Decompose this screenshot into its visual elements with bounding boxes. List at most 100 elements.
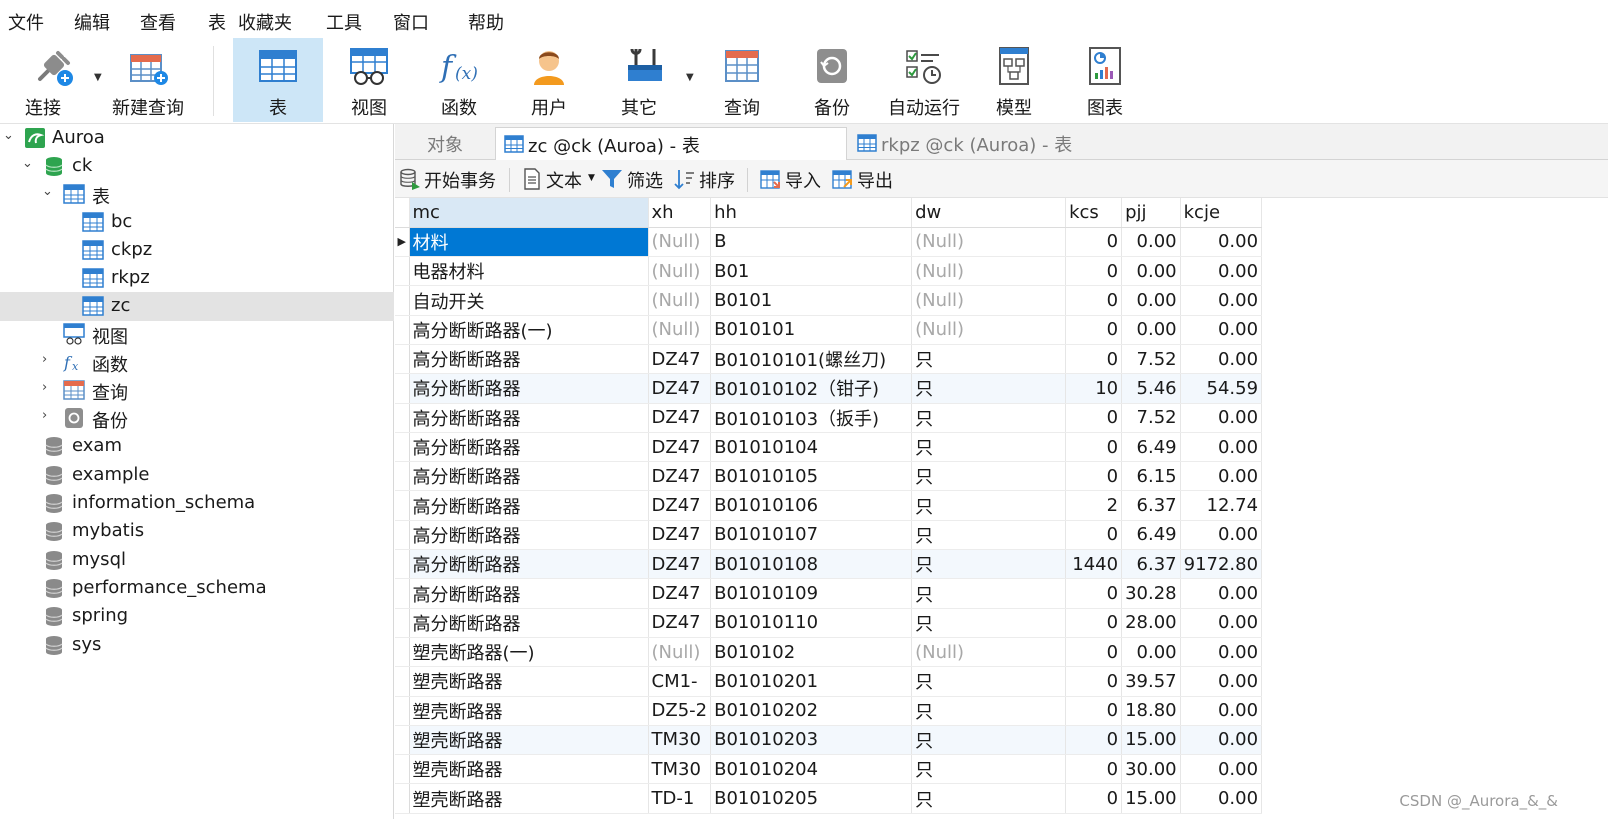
table-cell[interactable]: 2	[1065, 490, 1123, 521]
row-marker[interactable]	[395, 520, 410, 551]
table-cell[interactable]: 0	[1065, 344, 1123, 375]
table-cell[interactable]: 0.00	[1180, 432, 1263, 463]
row-marker[interactable]	[395, 344, 410, 375]
table-cell[interactable]: 0	[1065, 696, 1123, 726]
table-row[interactable]: ▶ 材料 (Null) B (Null) 0 0.00 0.00	[395, 227, 1263, 258]
tree-backups-group[interactable]: › 备份	[0, 404, 394, 433]
tree-connection-auroa[interactable]: ⌄ Auroa	[0, 124, 394, 153]
tree-database-ck[interactable]: ⌄ ck	[0, 152, 394, 181]
table-row[interactable]: 电器材料 (Null) B01 (Null) 0 0.00 0.00	[395, 256, 1263, 287]
table-cell[interactable]: 0	[1065, 783, 1123, 814]
table-cell[interactable]: 15.00	[1121, 725, 1181, 756]
table-cell[interactable]: 0.00	[1121, 637, 1181, 668]
table-cell[interactable]: 6.49	[1121, 520, 1181, 551]
table-cell[interactable]: 0	[1065, 403, 1123, 433]
table-cell[interactable]: 0.00	[1121, 256, 1181, 287]
menu-edit[interactable]: 编辑	[74, 9, 110, 35]
table-cell[interactable]: B01010202	[710, 696, 913, 726]
table-row[interactable]: 塑壳断路器 TM30 B01010203 只 0 15.00 0.00	[395, 725, 1263, 756]
table-cell[interactable]: (Null)	[911, 227, 1067, 258]
table-cell[interactable]: B010101	[710, 315, 913, 345]
table-cell[interactable]: 0	[1065, 315, 1123, 345]
table-cell[interactable]: 0.00	[1180, 578, 1263, 609]
table-cell[interactable]: 塑壳断路器	[409, 754, 649, 785]
table-cell[interactable]: 只	[911, 403, 1067, 433]
tree-database-spring[interactable]: spring	[0, 602, 394, 631]
row-marker[interactable]	[395, 285, 410, 316]
table-cell[interactable]: B01010109	[710, 578, 913, 609]
table-row[interactable]: 高分断断路器 DZ47 B01010110 只 0 28.00 0.00	[395, 608, 1263, 638]
row-marker[interactable]	[395, 783, 410, 814]
table-cell[interactable]: B01010108	[710, 549, 913, 580]
table-cell[interactable]: 39.57	[1121, 666, 1181, 697]
table-cell[interactable]: 7.52	[1121, 344, 1181, 375]
table-cell[interactable]: DZ47	[648, 461, 712, 492]
table-cell[interactable]: 只	[911, 432, 1067, 463]
table-cell[interactable]: 0	[1065, 637, 1123, 668]
table-cell[interactable]: B01010102（钳子)	[710, 373, 913, 404]
table-cell[interactable]: DZ47	[648, 490, 712, 521]
table-row[interactable]: 高分断断路器(一) (Null) B010101 (Null) 0 0.00 0.00	[395, 315, 1263, 345]
user-button[interactable]: 用户	[505, 38, 593, 122]
table-cell[interactable]: 0	[1065, 725, 1123, 756]
table-cell[interactable]: 0	[1065, 666, 1123, 697]
table-cell[interactable]: 0.00	[1180, 696, 1263, 726]
table-cell[interactable]: B01010104	[710, 432, 913, 463]
table-cell[interactable]: DZ47	[648, 344, 712, 375]
export-button[interactable]: 导出	[831, 165, 899, 193]
table-cell[interactable]: 1440	[1065, 549, 1123, 580]
table-cell[interactable]: 0.00	[1180, 637, 1263, 668]
tree-database-example[interactable]: example	[0, 461, 394, 490]
table-row[interactable]: 塑壳断路器 DZ5-2 B01010202 只 0 18.80 0.00	[395, 696, 1263, 726]
table-cell[interactable]: DZ47	[648, 403, 712, 433]
table-cell[interactable]: B01010107	[710, 520, 913, 551]
table-cell[interactable]: 0.00	[1180, 227, 1263, 258]
new-query-button[interactable]: 新建查询	[104, 38, 192, 122]
function-button[interactable]: f (x) 函数	[415, 38, 503, 122]
table-cell[interactable]: 高分断断路器	[409, 520, 649, 551]
table-cell[interactable]: 塑壳断路器	[409, 725, 649, 756]
table-cell[interactable]: 高分断断路器	[409, 608, 649, 638]
column-header[interactable]: kcje	[1180, 198, 1263, 228]
table-cell[interactable]: B01010105	[710, 461, 913, 492]
table-cell[interactable]: 0.00	[1180, 666, 1263, 697]
table-row[interactable]: 高分断断路器 DZ47 B01010102（钳子) 只 10 5.46 54.59	[395, 373, 1263, 404]
table-cell[interactable]: 0	[1065, 227, 1123, 258]
tree-queries-group[interactable]: › 查询	[0, 376, 394, 405]
table-cell[interactable]: B0101	[710, 285, 913, 316]
table-cell[interactable]: 6.15	[1121, 461, 1181, 492]
table-cell[interactable]: (Null)	[911, 315, 1067, 345]
other-button[interactable]: ▼ 其它	[600, 38, 694, 122]
table-cell[interactable]: CM1-	[648, 666, 712, 697]
table-cell[interactable]: 6.37	[1121, 549, 1181, 580]
row-marker[interactable]	[395, 637, 410, 668]
table-cell[interactable]: TM30	[648, 754, 712, 785]
table-cell[interactable]: 18.80	[1121, 696, 1181, 726]
tree-table-bc[interactable]: bc	[0, 208, 394, 237]
table-cell[interactable]: 自动开关	[409, 285, 649, 316]
table-cell[interactable]: 电器材料	[409, 256, 649, 287]
table-cell[interactable]: 0	[1065, 461, 1123, 492]
table-cell[interactable]: 28.00	[1121, 608, 1181, 638]
tree-database-information-schema[interactable]: information_schema	[0, 489, 394, 518]
tree-database-mysql[interactable]: mysql	[0, 546, 394, 575]
table-cell[interactable]: 高分断断路器	[409, 549, 649, 580]
table-row[interactable]: 高分断断路器 DZ47 B01010101(螺丝刀) 只 0 7.52 0.00	[395, 344, 1263, 375]
table-cell[interactable]: DZ47	[648, 520, 712, 551]
tree-table-zc[interactable]: zc	[0, 292, 394, 321]
row-marker[interactable]	[395, 725, 410, 756]
chevron-down-icon[interactable]: ⌄	[3, 129, 17, 143]
table-cell[interactable]: DZ5-2	[648, 696, 712, 726]
chart-button[interactable]: 图表	[1060, 38, 1150, 122]
table-row[interactable]: 高分断断路器 DZ47 B01010108 只 1440 6.37 9172.80	[395, 549, 1263, 580]
table-cell[interactable]: 高分断断路器	[409, 403, 649, 433]
table-cell[interactable]: 0	[1065, 520, 1123, 551]
table-cell[interactable]: (Null)	[911, 637, 1067, 668]
table-cell[interactable]: 0.00	[1121, 285, 1181, 316]
table-cell[interactable]: 只	[911, 608, 1067, 638]
column-header[interactable]: xh	[648, 198, 712, 228]
table-cell[interactable]: B01010106	[710, 490, 913, 521]
row-marker[interactable]	[395, 754, 410, 785]
tree-table-rkpz[interactable]: rkpz	[0, 264, 394, 293]
menu-file[interactable]: 文件	[8, 9, 44, 35]
